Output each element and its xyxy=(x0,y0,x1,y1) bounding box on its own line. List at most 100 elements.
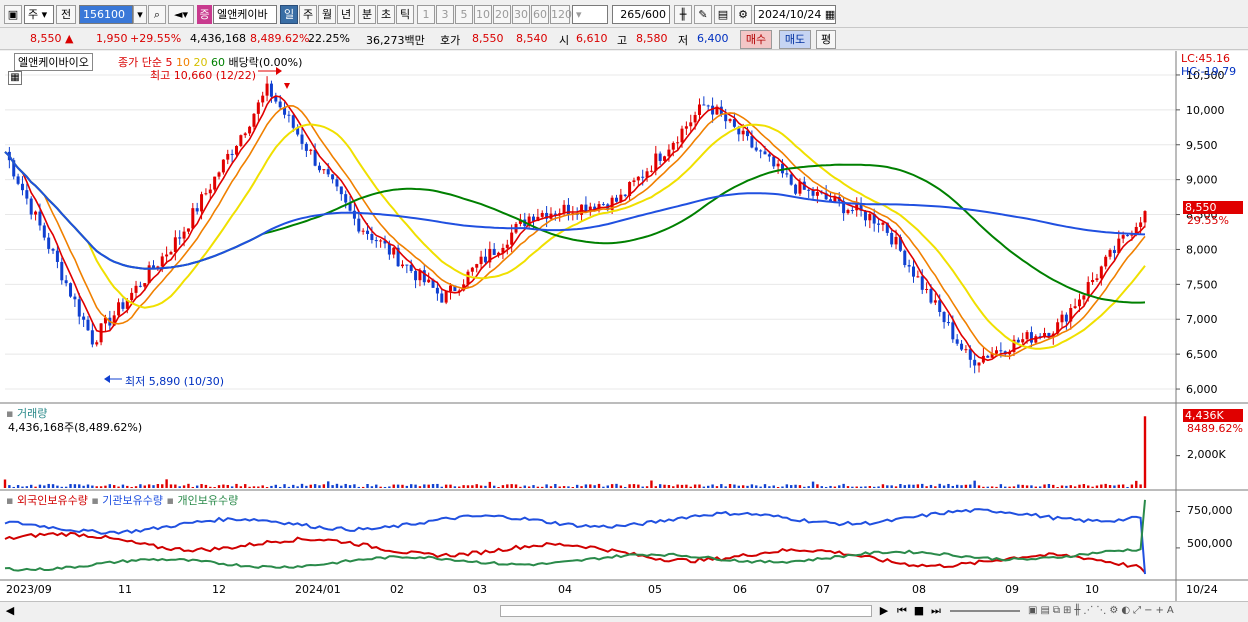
candle-body xyxy=(1064,314,1068,322)
volume-bar xyxy=(776,486,780,488)
candle-body xyxy=(178,237,182,239)
interval-10-button[interactable]: 10 xyxy=(474,5,492,24)
save-icon[interactable]: ▤ xyxy=(714,5,732,24)
stock-tag[interactable]: 엘앤케이바이오 xyxy=(14,53,93,71)
gear-icon[interactable]: ⚙ xyxy=(734,5,752,24)
rewind-icon[interactable]: ⏮ xyxy=(894,604,910,618)
volume-bar xyxy=(829,485,832,488)
volume-bar xyxy=(864,486,867,488)
period-select[interactable]: 주 ▾ xyxy=(24,5,54,24)
last-volume-tag: 4,436K xyxy=(1183,409,1243,422)
volume-bar xyxy=(567,486,570,488)
sell-button[interactable]: 매도 xyxy=(779,30,811,49)
stock-code-input[interactable]: 156100 xyxy=(79,5,133,24)
price-chart-svg[interactable]: 10,50010,0009,5009,0008,5008,0007,5007,0… xyxy=(0,51,1248,601)
timeframe-month-button[interactable]: 월 xyxy=(318,5,336,24)
timeframe-tick-button[interactable]: 틱 xyxy=(396,5,414,24)
candle-body xyxy=(850,210,854,212)
interval-3-button[interactable]: 3 xyxy=(436,5,454,24)
candle-body xyxy=(772,156,776,167)
candle-body xyxy=(243,133,247,136)
code-dropdown-icon[interactable]: ▾ xyxy=(133,5,147,24)
chart-area[interactable]: 10,500 10,000 9,500 9,000 8,500 8,000 7,500 7,0… xyxy=(0,51,1248,601)
volume-bar xyxy=(16,485,20,488)
volume-bar xyxy=(597,483,601,488)
volume-bar xyxy=(589,484,592,488)
date-field[interactable]: 2024/10/24 ▦ xyxy=(754,5,836,24)
sound-icon[interactable]: ◄▾ xyxy=(168,5,194,24)
candle-body xyxy=(331,174,335,180)
volume-bar xyxy=(388,486,391,488)
stock-name-field[interactable]: 엘앤케이바 xyxy=(213,5,277,24)
interval-120-button[interactable]: 120 xyxy=(550,5,572,24)
interval-1-button[interactable]: 1 xyxy=(417,5,435,24)
candle-body xyxy=(440,293,444,303)
candle-body xyxy=(667,149,671,157)
volume-bar xyxy=(523,485,526,488)
timeframe-day-button[interactable]: 일 xyxy=(280,5,298,24)
tool-icons-row[interactable]: ▣▤⧉⊞╫⋰⋱⚙◐⤢−+A xyxy=(1028,604,1238,618)
volume-value: 4,436,168 xyxy=(190,32,246,45)
stop-icon[interactable]: ■ xyxy=(912,604,926,618)
draw-icon[interactable]: ✎ xyxy=(694,5,712,24)
candle-body xyxy=(658,153,662,161)
candle-body xyxy=(689,122,693,127)
search-icon[interactable]: ⌕ xyxy=(148,5,166,24)
volume-bar xyxy=(34,486,37,488)
volume-bar xyxy=(82,485,85,488)
scroll-left-icon[interactable]: ◀ xyxy=(4,604,16,618)
volume-bar xyxy=(580,486,583,488)
volume-bar xyxy=(1012,486,1016,488)
buy-button[interactable]: 매수 xyxy=(740,30,772,49)
candle-body xyxy=(999,350,1003,352)
lc-label: LC:45.16 xyxy=(1181,52,1231,65)
count-field[interactable]: 265/600 xyxy=(612,5,670,24)
candle-body xyxy=(807,189,811,191)
timeframe-year-button[interactable]: 년 xyxy=(337,5,355,24)
timeframe-second-button[interactable]: 초 xyxy=(377,5,395,24)
candle-body xyxy=(278,101,282,108)
calendar-icon[interactable]: ▦ xyxy=(825,8,835,21)
volume-bar xyxy=(514,484,518,488)
fast-forward-icon[interactable]: ⏭ xyxy=(928,604,944,618)
window-menu-icon[interactable]: ▣ xyxy=(4,5,22,24)
price-change: 1,950 xyxy=(96,32,128,45)
volume-bar xyxy=(995,486,998,488)
candle-icon[interactable]: ╫ xyxy=(674,5,692,24)
volume-bar xyxy=(187,483,190,488)
volume-bar xyxy=(353,484,356,488)
volume-bar xyxy=(1025,485,1029,488)
tool-icons[interactable]: ▣▤⧉⊞╫⋰⋱⚙◐⤢−+A xyxy=(1028,605,1177,616)
interval-20-button[interactable]: 20 xyxy=(493,5,511,24)
volume-bar xyxy=(73,484,77,488)
volume-bar xyxy=(1135,480,1138,488)
interval-60-button[interactable]: 60 xyxy=(531,5,549,24)
scroll-right-icon[interactable]: ▶ xyxy=(878,604,890,618)
candle-body xyxy=(16,176,20,184)
candle-body xyxy=(217,172,221,177)
candle-body xyxy=(90,330,94,345)
volume-bar xyxy=(872,486,876,488)
interval-custom-select[interactable]: ▾ xyxy=(572,5,608,24)
candle-body xyxy=(322,169,326,171)
evaluation-button[interactable]: 평 xyxy=(816,30,836,49)
volume-bar xyxy=(217,485,221,488)
volume-bar xyxy=(986,486,989,488)
volume-bar xyxy=(820,486,823,488)
volume-bar xyxy=(1038,486,1042,488)
volume-bar xyxy=(51,484,55,488)
volume-bar xyxy=(680,484,684,488)
interval-30-button[interactable]: 30 xyxy=(512,5,530,24)
volume-bar xyxy=(877,486,880,488)
zoom-slider[interactable] xyxy=(950,610,1020,612)
scroll-thumb[interactable] xyxy=(500,605,872,617)
table-icon[interactable]: ▦ xyxy=(8,71,22,85)
prev-button[interactable]: 전 xyxy=(56,5,76,24)
candle-body xyxy=(483,256,487,263)
ma-line-60 xyxy=(4,151,1146,304)
volume-bar xyxy=(444,484,448,488)
interval-5-button[interactable]: 5 xyxy=(455,5,473,24)
timeframe-minute-button[interactable]: 분 xyxy=(358,5,376,24)
timeframe-week-button[interactable]: 주 xyxy=(299,5,317,24)
bottom-scrollbar[interactable]: ◀ ▶ ⏮ ■ ⏭ ▣▤⧉⊞╫⋰⋱⚙◐⤢−+A xyxy=(0,601,1248,622)
